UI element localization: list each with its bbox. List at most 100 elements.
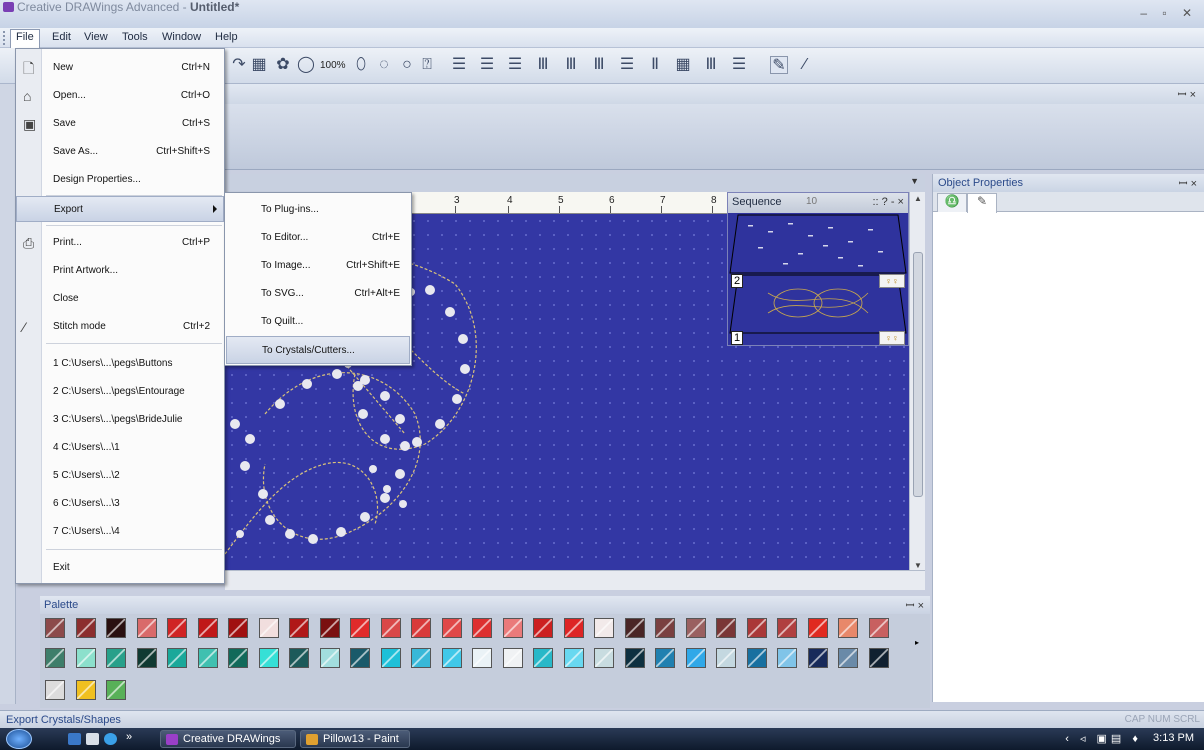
circle-icon[interactable]: ○: [398, 56, 416, 74]
palette-swatch[interactable]: [655, 648, 675, 668]
export-to-editor[interactable]: To Editor... Ctrl+E: [226, 224, 410, 252]
align-bottom-icon[interactable]: Ⅲ: [590, 56, 608, 74]
stitch-mode-toolbar-icon[interactable]: ⁄: [796, 56, 814, 74]
palette-swatch[interactable]: [167, 648, 187, 668]
palette-swatch[interactable]: [777, 618, 797, 638]
palette-swatch[interactable]: [594, 648, 614, 668]
palette-swatch[interactable]: [868, 648, 889, 668]
menu-item-print[interactable]: ⎙ Print... Ctrl+P: [16, 230, 224, 256]
taskbar-clock[interactable]: 3:13 PM: [1153, 732, 1194, 744]
shape2-icon[interactable]: ◌: [375, 56, 393, 74]
align-right-icon[interactable]: ☰: [506, 56, 524, 74]
palette-swatch[interactable]: [258, 648, 279, 668]
layer-number-1[interactable]: 1: [731, 331, 743, 345]
panel-pin-close[interactable]: ꟷ ×: [1178, 87, 1196, 102]
palette-pin-close[interactable]: ꟷ ×: [906, 598, 924, 613]
menu-item-close[interactable]: Close: [16, 286, 224, 312]
palette-swatch[interactable]: [289, 618, 309, 638]
palette-swatch[interactable]: [167, 618, 187, 638]
scroll-thumb[interactable]: [913, 252, 923, 497]
start-button[interactable]: [6, 729, 32, 749]
menubar-grip[interactable]: [3, 31, 6, 45]
menu-item-open[interactable]: ⌂ Open... Ctrl+O: [16, 83, 224, 109]
palette-swatch[interactable]: [838, 618, 858, 638]
palette-swatch[interactable]: [533, 648, 553, 668]
layer-number-2[interactable]: 2: [731, 274, 743, 288]
palette-swatch[interactable]: [685, 648, 706, 668]
palette-swatch[interactable]: [75, 648, 96, 668]
artwork-mode-icon[interactable]: ✎: [770, 56, 788, 74]
palette-swatch[interactable]: [441, 648, 462, 668]
palette-swatch[interactable]: [380, 618, 401, 638]
palette-swatch[interactable]: [411, 648, 431, 668]
canvas-vertical-scrollbar[interactable]: ▲ ▼: [909, 192, 925, 572]
palette-swatch[interactable]: [197, 648, 218, 668]
recent-file-1[interactable]: 1 C:\Users\...\pegs\Buttons: [16, 351, 224, 377]
export-to-quilt[interactable]: To Quilt...: [226, 308, 410, 336]
pen-icon[interactable]: ✎: [967, 193, 997, 213]
scroll-down-icon[interactable]: ▼: [914, 561, 922, 570]
palette-swatch[interactable]: [228, 648, 248, 668]
palette-swatch[interactable]: [472, 618, 492, 638]
palette-swatch[interactable]: [197, 618, 218, 638]
palette-icon[interactable]: ✿: [274, 56, 292, 74]
align-left-icon[interactable]: ☰: [450, 56, 468, 74]
menu-item-save[interactable]: ▣ Save Ctrl+S: [16, 111, 224, 137]
palette-swatch[interactable]: [868, 618, 889, 638]
palette-scroll-right-icon[interactable]: ▸: [915, 638, 919, 647]
palette-swatch[interactable]: [777, 648, 797, 668]
palette-swatch[interactable]: [136, 648, 157, 668]
spacing2-icon[interactable]: ☰: [730, 56, 748, 74]
palette-swatch[interactable]: [746, 648, 767, 668]
redo-icon[interactable]: ↷: [230, 56, 248, 74]
scroll-up-icon[interactable]: ▲: [914, 194, 922, 203]
menu-tools[interactable]: Tools: [117, 30, 153, 44]
show-desktop-icon[interactable]: [68, 733, 81, 745]
menu-item-exit[interactable]: Exit: [16, 555, 224, 581]
menu-file[interactable]: File: [10, 29, 40, 48]
object-properties-pin-close[interactable]: ꟷ ×: [1179, 176, 1197, 191]
palette-swatch[interactable]: [350, 618, 370, 638]
align-middle-icon[interactable]: Ⅲ: [562, 56, 580, 74]
palette-swatch[interactable]: [624, 618, 645, 638]
window-controls[interactable]: – ▫ ✕: [1140, 6, 1198, 20]
palette-swatch[interactable]: [136, 618, 157, 638]
recent-file-7[interactable]: 7 C:\Users\...\4: [16, 519, 224, 545]
palette-swatch[interactable]: [289, 648, 309, 668]
taskbar-app-paint[interactable]: Pillow13 - Paint: [300, 730, 410, 748]
recent-file-2[interactable]: 2 C:\Users\...\pegs\Entourage: [16, 379, 224, 405]
menu-view[interactable]: View: [79, 30, 113, 44]
fill-bucket-icon[interactable]: ♎: [937, 193, 967, 212]
spacing-icon[interactable]: Ⅲ: [702, 56, 720, 74]
layer-visibility-icon[interactable]: ♀♀: [879, 331, 905, 345]
export-to-svg[interactable]: To SVG... Ctrl+Alt+E: [226, 280, 410, 308]
palette-swatch[interactable]: [563, 618, 584, 638]
align-top-icon[interactable]: Ⅲ: [534, 56, 552, 74]
distribute-h-icon[interactable]: ☰: [618, 56, 636, 74]
menu-item-design-properties[interactable]: Design Properties...: [16, 167, 224, 193]
palette-swatch[interactable]: [838, 648, 858, 668]
palette-swatch[interactable]: [624, 648, 645, 668]
recent-file-4[interactable]: 4 C:\Users\...\1: [16, 435, 224, 461]
internet-explorer-icon[interactable]: [104, 733, 117, 745]
palette-swatch[interactable]: [106, 680, 126, 700]
taskbar-app-drawings[interactable]: Creative DRAWings ...: [160, 730, 296, 750]
palette-swatch[interactable]: [441, 618, 462, 638]
menu-window[interactable]: Window: [157, 30, 206, 44]
align-center-icon[interactable]: ☰: [478, 56, 496, 74]
palette-swatch[interactable]: [502, 618, 523, 638]
recent-file-6[interactable]: 6 C:\Users\...\3: [16, 491, 224, 517]
export-to-image[interactable]: To Image... Ctrl+Shift+E: [226, 252, 410, 280]
menu-item-export[interactable]: Export: [16, 196, 224, 222]
palette-swatch[interactable]: [228, 618, 248, 638]
palette-swatch[interactable]: [380, 648, 401, 668]
canvas-tabs-dropdown-icon[interactable]: ▼: [910, 176, 919, 186]
palette-swatch[interactable]: [106, 648, 126, 668]
system-tray-icons[interactable]: ‹ ◃ ▣▤ ♦: [1065, 732, 1142, 745]
palette-swatch[interactable]: [258, 618, 279, 638]
distribute-v-icon[interactable]: Ⅱ: [646, 56, 664, 74]
palette-swatch[interactable]: [502, 648, 523, 668]
menu-edit[interactable]: Edit: [47, 30, 76, 44]
palette-swatch[interactable]: [807, 648, 828, 668]
palette-swatch[interactable]: [533, 618, 553, 638]
